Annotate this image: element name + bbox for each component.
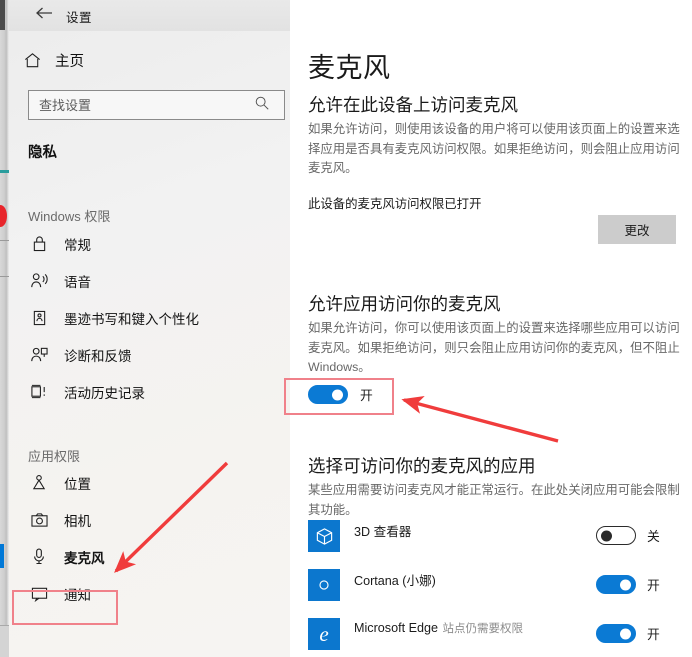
camera-icon: [28, 510, 50, 530]
window-title: 设置: [66, 11, 93, 25]
app-access-description: 如果允许访问，你可以使用该页面上的设置来选择哪些应用可以访问麦克风。如果拒绝访问…: [308, 321, 680, 375]
location-pin-icon: [28, 473, 50, 493]
app-toggle-control[interactable]: 关: [596, 520, 680, 545]
sidebar-item-label: 位置: [64, 476, 91, 492]
toggle-knob: [601, 530, 612, 541]
sidebar-item-label: 麦克风: [64, 550, 105, 566]
lock-icon: [28, 234, 50, 254]
sidebar: 设置 主页 隐私 Windows 权限: [0, 0, 290, 657]
app-name: 3D 查看器: [354, 525, 412, 539]
sidebar-item-label: 墨迹书写和键入个性化: [64, 311, 199, 327]
sidebar-item-label: 相机: [64, 513, 91, 529]
list-item[interactable]: 3D 查看器 关: [308, 520, 680, 569]
app-access-toggle[interactable]: [308, 385, 348, 404]
page-title: 麦克风: [308, 53, 391, 83]
sidebar-group-apps-list: 位置 相机 麦克风 通知: [0, 464, 290, 612]
app-permission-list: 3D 查看器 关 Cortana (小娜) 开 e Microsoft Edge…: [308, 520, 680, 657]
cortana-circle-icon: [308, 569, 340, 601]
list-item[interactable]: e Microsoft Edge 站点仍需要权限 开: [308, 618, 680, 657]
app-toggle[interactable]: [596, 526, 636, 545]
toggle-knob: [620, 628, 631, 639]
sidebar-item-microphone[interactable]: 麦克风: [0, 538, 290, 575]
sidebar-item-label: 语音: [64, 274, 91, 290]
sidebar-group-heading-windows: Windows 权限: [28, 209, 111, 224]
app-access-heading: 允许应用访问你的麦克风: [308, 294, 501, 314]
selection-indicator: [0, 544, 4, 568]
device-access-status: 此设备的麦克风访问权限已打开: [308, 197, 482, 211]
app-name: Cortana (小娜): [354, 574, 436, 588]
search-settings-box[interactable]: [28, 90, 285, 120]
sidebar-group-heading-apps: 应用权限: [28, 449, 81, 464]
sidebar-item-diagnostics-feedback[interactable]: 诊断和反馈: [9, 336, 290, 373]
device-access-heading: 允许在此设备上访问麦克风: [308, 95, 518, 115]
app-toggle-control[interactable]: 开: [596, 569, 680, 594]
choose-apps-heading: 选择可访问你的麦克风的应用: [308, 456, 536, 476]
speech-person-icon: [28, 271, 50, 291]
sidebar-item-label: 常规: [64, 237, 91, 253]
toggle-knob: [332, 389, 343, 400]
sidebar-item-activity-history[interactable]: 活动历史记录: [9, 373, 290, 410]
sidebar-item-location[interactable]: 位置: [9, 464, 290, 501]
app-access-toggle-label: 开: [360, 388, 373, 403]
window-edge-divider: [0, 240, 9, 241]
sidebar-item-inking-typing[interactable]: 墨迹书写和键入个性化: [9, 299, 290, 336]
window-edge-dark-cap: [0, 0, 5, 30]
toggle-knob: [620, 579, 631, 590]
app-toggle-label: 开: [647, 627, 660, 642]
sidebar-item-label: 通知: [64, 587, 91, 603]
search-icon: [254, 95, 274, 116]
window-titlebar: 设置: [9, 0, 290, 31]
app-toggle-control[interactable]: 开: [596, 618, 680, 643]
back-arrow-icon[interactable]: [33, 6, 55, 26]
window-edge-divider: [0, 276, 9, 277]
sidebar-item-speech[interactable]: 语音: [9, 262, 290, 299]
app-toggle[interactable]: [596, 624, 636, 643]
app-subtext: 站点仍需要权限: [442, 623, 523, 635]
app-info: Cortana (小娜): [354, 569, 596, 590]
change-button[interactable]: 更改: [598, 215, 676, 244]
sidebar-category-title: 隐私: [28, 145, 57, 161]
window-edge-bottom-block: [0, 625, 9, 657]
main-content: 麦克风 允许在此设备上访问麦克风 如果允许访问，则使用该设备的用户将可以使用该页…: [290, 0, 692, 657]
sidebar-home-label: 主页: [55, 54, 84, 70]
activity-history-icon: [28, 382, 50, 402]
list-item[interactable]: Cortana (小娜) 开: [308, 569, 680, 618]
settings-window: 设置 主页 隐私 Windows 权限: [0, 0, 692, 657]
microphone-icon: [28, 547, 50, 567]
choose-apps-description: 某些应用需要访问麦克风才能正常运行。在此处关闭应用可能会限制其功能。: [308, 483, 680, 517]
app-access-toggle-row[interactable]: 开: [308, 385, 373, 404]
diagnostics-person-icon: [28, 345, 50, 365]
sidebar-item-general[interactable]: 常规: [9, 225, 290, 262]
sidebar-group-windows-list: 常规 语音 墨迹书写和键入个性化 诊断和反馈 活动历史记录: [9, 225, 290, 410]
home-icon: [23, 51, 42, 70]
cube-3d-icon: [308, 520, 340, 552]
sidebar-item-label: 诊断和反馈: [64, 348, 132, 364]
device-access-description: 如果允许访问，则使用该设备的用户将可以使用该页面上的设置来选择应用是否具有麦克风…: [308, 122, 680, 176]
sidebar-item-notifications[interactable]: 通知: [9, 575, 290, 612]
app-info: Microsoft Edge 站点仍需要权限: [354, 618, 596, 637]
app-name: Microsoft Edge: [354, 621, 438, 635]
sidebar-item-label: 活动历史记录: [64, 385, 145, 401]
sidebar-item-home[interactable]: 主页: [23, 50, 84, 71]
app-info: 3D 查看器: [354, 520, 596, 541]
search-input[interactable]: [29, 97, 254, 113]
window-edge-teal-line: [0, 170, 9, 173]
app-toggle-label: 开: [647, 578, 660, 593]
app-toggle[interactable]: [596, 575, 636, 594]
notification-icon: [28, 584, 50, 604]
app-toggle-label: 关: [647, 529, 660, 544]
edge-icon: e: [308, 618, 340, 650]
sidebar-item-camera[interactable]: 相机: [9, 501, 290, 538]
inking-clipboard-icon: [28, 308, 50, 328]
